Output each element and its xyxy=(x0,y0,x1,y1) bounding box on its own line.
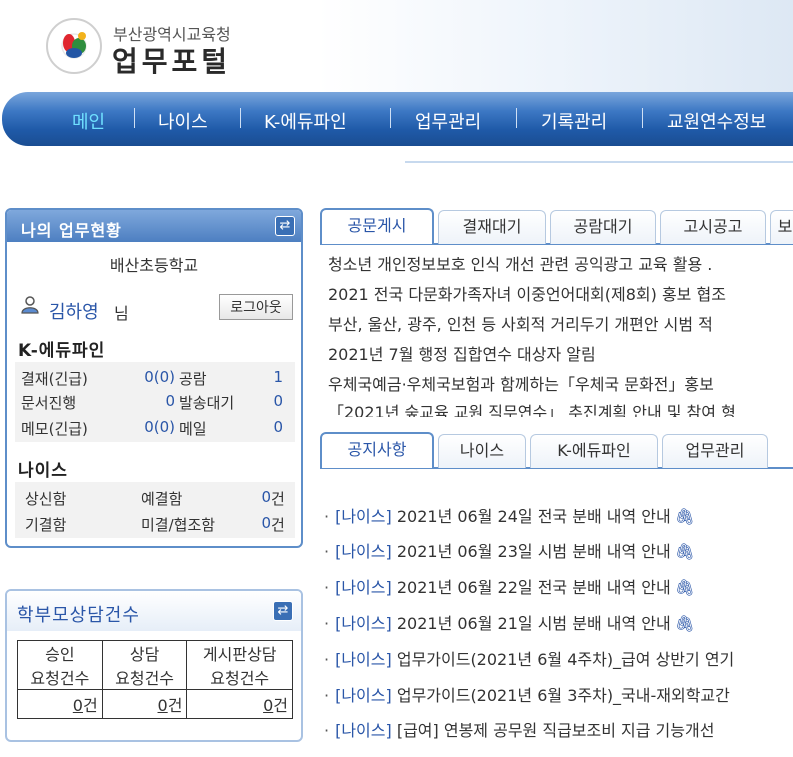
tab-notice-neis[interactable]: 나이스 xyxy=(438,434,526,468)
row-value[interactable]: 0(0) xyxy=(127,368,175,386)
notice-list-item[interactable]: · [나이스] 2021년 06월 21일 시범 분배 내역 안내 🖇 xyxy=(324,610,695,634)
nav-separator xyxy=(516,108,517,128)
counsel-header-board: 게시판상담 요청건수 xyxy=(186,640,293,690)
counsel-table: 승인 요청건수 상담 요청건수 게시판상담 요청건수 0건 0건 0건 xyxy=(17,640,293,719)
notice-list-item[interactable]: · [나이스] 2021년 06월 23일 시범 분배 내역 안내 🖇 xyxy=(324,538,695,562)
status-box-header: 나의 업무현황 ⇄ xyxy=(7,210,301,242)
counsel-header-consult: 상담 요청건수 xyxy=(101,640,188,690)
tab-notices-announcements[interactable]: 고시공고 xyxy=(660,210,766,244)
edufine-section-title: K-에듀파인 xyxy=(18,341,106,361)
row-value[interactable]: 0 xyxy=(253,418,283,436)
row-label: 결재(긴급) xyxy=(21,370,88,388)
notice-category: [나이스] xyxy=(335,542,392,561)
user-name: 김하영 xyxy=(49,302,99,323)
notice-category: [나이스] xyxy=(335,650,392,669)
doc-list-item[interactable]: 「2021년 숲교육 교원 직무연수」 추진계획 안내 및 참여 형 xyxy=(328,399,736,417)
nav-separator xyxy=(134,108,135,128)
counsel-header-approval: 승인 요청건수 xyxy=(17,640,103,690)
notice-list-item[interactable]: · [나이스] 2021년 06월 22일 전국 분배 내역 안내 🖇 xyxy=(324,574,695,598)
paperclip-icon: 🖇 xyxy=(674,507,696,526)
parent-counsel-box: 학부모상담건수 ⇄ 승인 요청건수 상담 요청건수 게시판상담 요청건수 0건 0건 … xyxy=(5,589,303,742)
refresh-icon[interactable]: ⇄ xyxy=(275,216,295,236)
notice-list-item[interactable]: · [나이스] [급여] 연봉제 공무원 직급보조비 지급 기능개선 xyxy=(324,717,714,741)
notice-category: [나이스] xyxy=(335,686,392,705)
nav-item-work-management[interactable]: 업무관리 xyxy=(415,108,481,134)
row-label: 미결/협조함 xyxy=(141,516,216,534)
row-label: 문서진행 xyxy=(21,394,77,412)
row-value[interactable]: 1 xyxy=(253,368,283,386)
refresh-icon[interactable]: ⇄ xyxy=(273,601,293,621)
notice-category: [나이스] xyxy=(335,578,392,597)
counsel-count-board[interactable]: 0건 xyxy=(186,689,293,719)
doc-list-item[interactable]: 2021년 7월 행정 집합연수 대상자 알림 xyxy=(328,341,596,365)
notice-category: [나이스] xyxy=(335,614,392,633)
notice-title[interactable]: 업무가이드(2021년 6월 4주차)_급여 상반기 연기 xyxy=(397,650,734,669)
doc-list-item[interactable]: 우체국예금·우체국보험과 함께하는「우체국 문화전」홍보 xyxy=(328,371,714,395)
tab-approval-waiting[interactable]: 결재대기 xyxy=(438,210,546,244)
tab-circulation-waiting[interactable]: 공람대기 xyxy=(550,210,656,244)
nav-underline xyxy=(405,161,793,163)
paperclip-icon: 🖇 xyxy=(674,542,696,561)
row-value[interactable]: 0 xyxy=(245,514,271,532)
nav-item-teacher-training[interactable]: 교원연수정보 xyxy=(667,108,766,134)
row-label: 상신함 xyxy=(25,490,67,508)
neis-section-title: 나이스 xyxy=(18,461,68,481)
doc-list-item[interactable]: 부산, 울산, 광주, 인천 등 사회적 거리두기 개편안 시범 적 xyxy=(328,311,713,335)
row-value[interactable]: 0(0) xyxy=(127,418,175,436)
portal-name[interactable]: 업무포털 xyxy=(112,40,231,80)
row-label: 메모(긴급) xyxy=(21,420,88,438)
row-label: 메일 xyxy=(179,420,207,438)
row-label: 공람 xyxy=(179,370,207,388)
nav-item-neis[interactable]: 나이스 xyxy=(158,108,208,134)
row-unit: 건 xyxy=(271,516,285,534)
school-name: 배산초등학교 xyxy=(109,256,199,275)
notice-category: [나이스] xyxy=(335,721,392,740)
my-work-status-box: 나의 업무현황 ⇄ 배산초등학교 김하영 님 로그아웃 K-에듀파인 결재(긴급… xyxy=(5,208,303,548)
row-label: 예결함 xyxy=(141,490,183,508)
tab-official-docs[interactable]: 공문게시 xyxy=(320,208,434,244)
row-value[interactable]: 0 xyxy=(253,392,283,410)
notice-title[interactable]: 2021년 06월 22일 전국 분배 내역 안내 xyxy=(397,578,671,597)
logout-button[interactable]: 로그아웃 xyxy=(219,294,293,320)
notice-title[interactable]: 업무가이드(2021년 6월 3주차)_국내-재외학교간 xyxy=(397,686,730,705)
doc-list-item[interactable]: 2021 전국 다문화가족자녀 이중언어대회(제8회) 홍보 협조 xyxy=(328,281,726,305)
tab-notice-edufine[interactable]: K-에듀파인 xyxy=(530,434,658,468)
busan-education-emblem-icon[interactable] xyxy=(46,18,102,74)
nav-item-records[interactable]: 기록관리 xyxy=(541,108,607,134)
status-box-title: 나의 업무현황 xyxy=(21,221,122,240)
row-value[interactable]: 0 xyxy=(127,392,175,410)
paperclip-icon: 🖇 xyxy=(674,578,696,597)
tab-notice-work-management[interactable]: 업무관리 xyxy=(662,434,768,468)
row-label: 발송대기 xyxy=(179,394,235,412)
nav-item-main[interactable]: 메인 xyxy=(72,108,105,134)
nav-separator xyxy=(642,108,643,128)
notice-list-item[interactable]: · [나이스] 업무가이드(2021년 6월 3주차)_국내-재외학교간 xyxy=(324,682,730,706)
notice-title[interactable]: 2021년 06월 23일 시범 분배 내역 안내 xyxy=(397,542,671,561)
notice-title[interactable]: 2021년 06월 21일 시범 분배 내역 안내 xyxy=(397,614,671,633)
notice-list-item[interactable]: · [나이스] 2021년 06월 24일 전국 분배 내역 안내 🖇 xyxy=(324,503,695,527)
tab-more[interactable]: 보 xyxy=(770,210,793,244)
row-label: 기결함 xyxy=(25,516,67,534)
notice-title[interactable]: [급여] 연봉제 공무원 직급보조비 지급 기능개선 xyxy=(397,721,715,740)
nav-separator xyxy=(390,108,391,128)
counsel-count-consult[interactable]: 0건 xyxy=(101,689,188,719)
notice-title[interactable]: 2021년 06월 24일 전국 분배 내역 안내 xyxy=(397,507,671,526)
counsel-count-approval[interactable]: 0건 xyxy=(17,689,103,719)
notice-list-item[interactable]: · [나이스] 업무가이드(2021년 6월 4주차)_급여 상반기 연기 xyxy=(324,646,734,670)
doc-list-item[interactable]: 청소년 개인정보보호 인식 개선 관련 공익광고 교육 활용 . xyxy=(328,251,712,275)
notice-category: [나이스] xyxy=(335,507,392,526)
row-value[interactable]: 0 xyxy=(245,488,271,506)
nav-item-edufine[interactable]: K-에듀파인 xyxy=(264,108,347,134)
row-unit: 건 xyxy=(271,490,285,508)
user-suffix: 님 xyxy=(114,304,129,323)
paperclip-icon: 🖇 xyxy=(674,614,696,633)
header: 부산광역시교육청 업무포털 xyxy=(0,0,793,92)
counsel-box-title: 학부모상담건수 xyxy=(17,605,140,626)
tab-announcements[interactable]: 공지사항 xyxy=(320,432,434,468)
user-icon xyxy=(21,296,39,314)
counsel-box-header: 학부모상담건수 ⇄ xyxy=(7,591,301,631)
nav-separator xyxy=(240,108,241,128)
